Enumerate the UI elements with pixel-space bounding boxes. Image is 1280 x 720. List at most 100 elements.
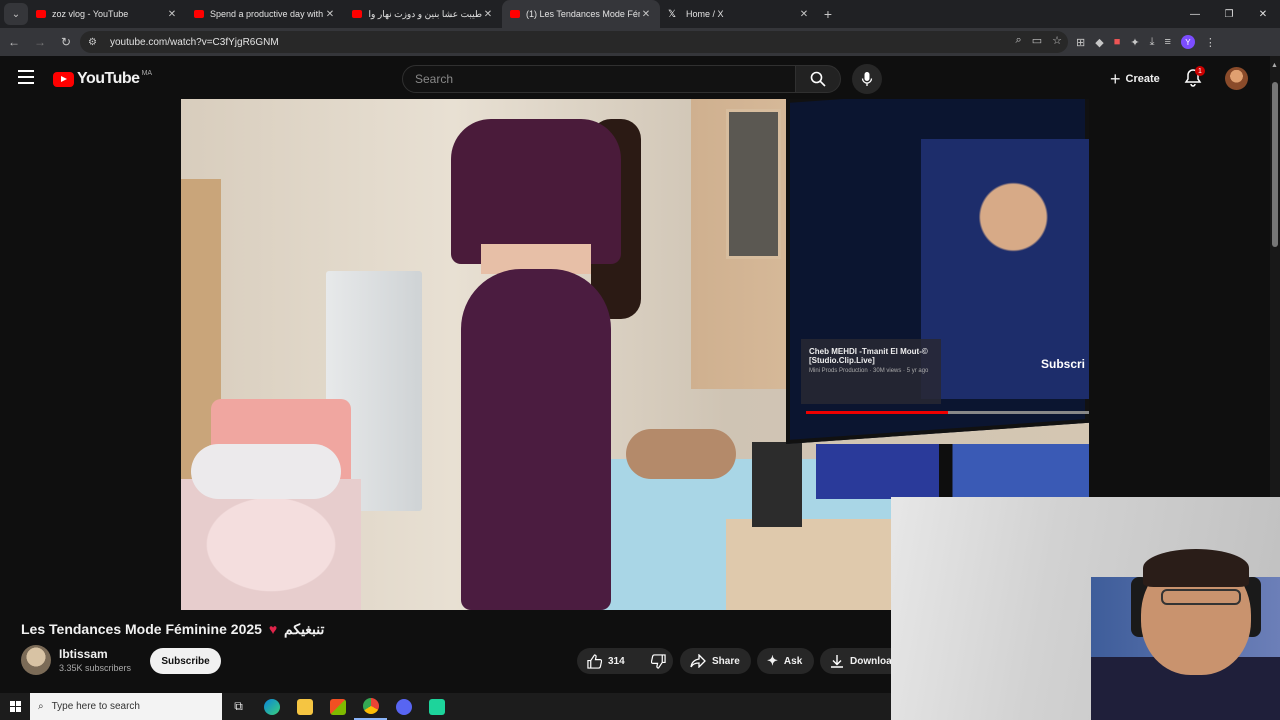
heart-icon: ♥ <box>268 621 278 637</box>
puzzle-icon[interactable]: ✦ <box>1130 36 1139 49</box>
youtube-icon <box>510 10 520 18</box>
address-bar[interactable]: ⚙ youtube.com/watch?v=C3fYjgR6GNM ⌕ ▭ ☆ <box>80 31 1068 53</box>
tv-subscribe-text: Subscri <box>1041 357 1086 371</box>
search-input[interactable]: Search <box>402 65 796 93</box>
close-icon[interactable]: ✕ <box>482 9 494 20</box>
tab-search-button[interactable]: ⌄ <box>4 3 28 25</box>
webcam-hair <box>1143 549 1249 587</box>
menu-icon[interactable] <box>18 70 34 84</box>
microphone-icon <box>861 72 873 86</box>
profile-avatar[interactable]: Y <box>1180 35 1195 49</box>
bookmark-star-icon[interactable]: ☆ <box>1052 34 1062 47</box>
tab-title: (1) Les Tendances Mode Fémini <box>526 9 640 19</box>
dislike-button[interactable] <box>641 653 676 669</box>
channel-avatar[interactable] <box>21 645 51 675</box>
video-frame-pillow <box>191 444 341 499</box>
video-frame-skirt <box>461 269 611 610</box>
taskbar-search-input[interactable]: ⌕ Type here to search <box>30 693 222 720</box>
channel-name[interactable]: Ibtissam <box>59 647 108 661</box>
store-icon[interactable] <box>321 693 354 720</box>
omnibox-actions: ⌕ ▭ ☆ <box>1016 34 1062 47</box>
thumbs-down-icon <box>650 653 666 669</box>
subscribe-button[interactable]: Subscribe <box>150 648 221 674</box>
file-explorer-icon[interactable] <box>288 693 321 720</box>
video-frame-cushions <box>626 429 736 479</box>
like-button[interactable]: 314 <box>587 653 625 669</box>
video-frame-glass-cabinet <box>726 109 781 259</box>
create-button[interactable]: + Create <box>1102 65 1172 93</box>
tv-video-meta: Mini Prods Production · 30M views · 5 yr… <box>809 368 929 374</box>
tab-2[interactable]: Spend a productive day with m ✕ <box>186 0 344 28</box>
task-view-icon[interactable]: ⧉ <box>222 693 255 720</box>
like-dislike-group: 314 <box>577 648 673 674</box>
minimize-icon[interactable]: — <box>1178 0 1212 28</box>
start-button[interactable] <box>0 693 30 720</box>
taskbar-search-placeholder: Type here to search <box>51 701 140 712</box>
notification-badge: 1 <box>1195 66 1205 76</box>
notifications-button[interactable]: 1 <box>1183 66 1205 88</box>
site-info-icon[interactable]: ⚙ <box>88 37 104 48</box>
sparkle-icon: ✦ <box>767 653 778 668</box>
cast-icon[interactable]: ▭ <box>1032 34 1042 47</box>
create-label: Create <box>1125 73 1160 85</box>
back-icon[interactable]: ← <box>2 35 26 49</box>
ask-button[interactable]: ✦ Ask <box>757 648 814 674</box>
tab-3[interactable]: طيبت عشا بنين و دوزت نهار واعر ✕ <box>344 0 502 28</box>
reading-list-icon[interactable]: ≡ <box>1164 36 1170 48</box>
youtube-icon <box>194 10 204 18</box>
forward-icon[interactable]: → <box>28 35 52 49</box>
country-code: MA <box>141 69 153 77</box>
close-icon[interactable]: ✕ <box>798 9 810 20</box>
url-text: youtube.com/watch?v=C3fYjgR6GNM <box>110 36 279 48</box>
scroll-up-icon[interactable]: ▲ <box>1271 62 1278 69</box>
tab-5[interactable]: 𝕏 Home / X ✕ <box>660 0 818 28</box>
webcam-overlay <box>891 497 1280 720</box>
ask-label: Ask <box>783 655 803 667</box>
logo-text: YouTube <box>77 70 140 87</box>
voice-search-button[interactable] <box>852 64 882 94</box>
account-avatar[interactable] <box>1225 67 1248 90</box>
share-button[interactable]: Share <box>680 648 751 674</box>
close-icon[interactable]: ✕ <box>166 9 178 20</box>
game-app-icon[interactable] <box>420 693 453 720</box>
video-metadata: Les Tendances Mode Féminine 2025 ♥ تنبغي… <box>0 610 910 690</box>
tv-video-title: Cheb MEHDI -Tmanit El Mout-© [Studio.Cli… <box>809 347 928 365</box>
like-count: 314 <box>608 655 625 667</box>
x-icon: 𝕏 <box>668 8 677 20</box>
youtube-play-icon <box>53 71 74 87</box>
tv-progress-bar <box>806 411 1089 414</box>
extension-red-icon[interactable]: ■ <box>1114 36 1121 48</box>
plus-icon: + <box>1110 68 1121 89</box>
download-icon[interactable]: ⤓ <box>1150 36 1155 49</box>
close-window-icon[interactable]: ✕ <box>1246 0 1280 28</box>
reload-icon[interactable]: ↻ <box>54 35 78 49</box>
search-icon: ⌕ <box>38 701 44 712</box>
kebab-menu-icon[interactable]: ⋮ <box>1205 36 1216 49</box>
discord-icon[interactable] <box>387 693 420 720</box>
extension-icon[interactable]: ◆ <box>1095 36 1103 49</box>
video-title: Les Tendances Mode Féminine 2025 ♥ تنبغي… <box>21 621 324 638</box>
youtube-logo[interactable]: YouTube MA <box>53 70 152 88</box>
youtube-icon <box>36 10 46 18</box>
new-tab-button[interactable]: + <box>818 6 838 22</box>
windows-taskbar: ⌕ Type here to search ⧉ <box>0 693 891 720</box>
search-icon <box>810 71 826 87</box>
close-icon[interactable]: ✕ <box>640 9 652 20</box>
tab-1[interactable]: zoz vlog - YouTube ✕ <box>28 0 186 28</box>
video-title-text: Les Tendances Mode Féminine 2025 <box>21 621 262 637</box>
subscribe-label: Subscribe <box>161 655 210 667</box>
restore-icon[interactable]: ❐ <box>1212 0 1246 28</box>
tab-title: zoz vlog - YouTube <box>52 9 129 19</box>
thumbs-up-icon <box>587 653 602 669</box>
search-button[interactable] <box>795 65 841 93</box>
tab-4-active[interactable]: (1) Les Tendances Mode Fémini ✕ <box>502 0 660 28</box>
close-icon[interactable]: ✕ <box>324 9 336 20</box>
translate-icon[interactable]: ⊞ <box>1076 36 1085 49</box>
edge-icon[interactable] <box>255 693 288 720</box>
chrome-icon[interactable] <box>354 693 387 720</box>
zoom-icon[interactable]: ⌕ <box>1016 34 1022 47</box>
scrollbar-thumb[interactable] <box>1272 82 1278 247</box>
video-frame-bag <box>752 442 802 527</box>
tab-title: Home / X <box>686 9 724 19</box>
youtube-icon <box>352 10 362 18</box>
